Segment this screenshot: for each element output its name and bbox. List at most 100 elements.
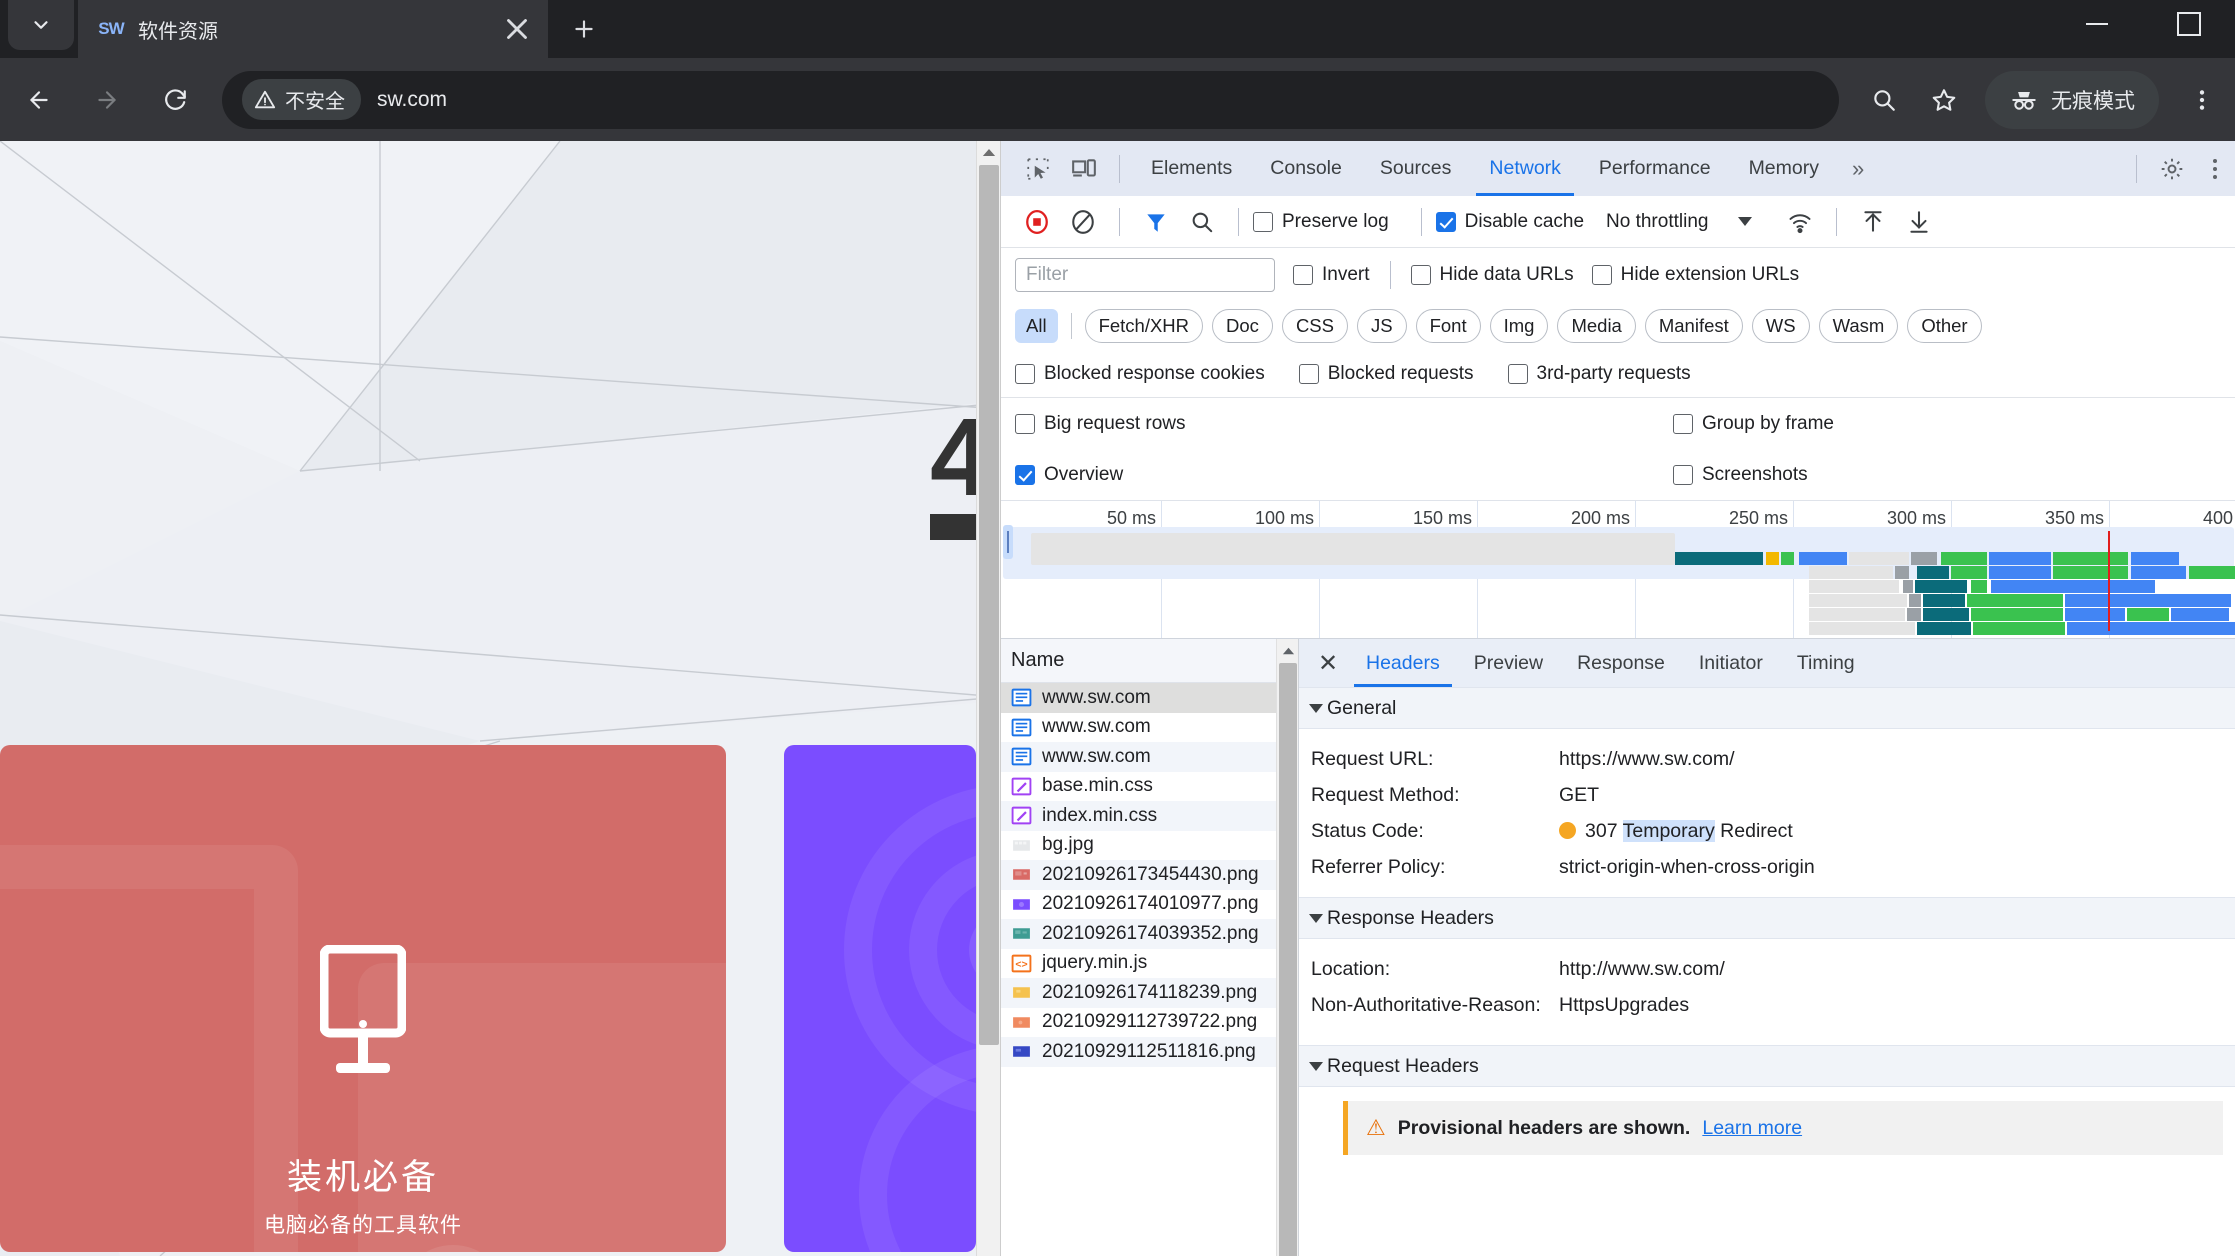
page-scrollbar-thumb[interactable] — [979, 165, 999, 1045]
invert-checkbox[interactable]: Invert — [1293, 264, 1370, 286]
window-maximize-button[interactable] — [2143, 0, 2235, 48]
filter-input[interactable] — [1015, 258, 1275, 292]
request-list-scrollbar-thumb[interactable] — [1279, 663, 1297, 1256]
type-filter-media[interactable]: Media — [1557, 309, 1636, 343]
type-filter-ws[interactable]: WS — [1751, 309, 1810, 343]
overview-checkbox[interactable]: Overview — [1015, 464, 1123, 486]
table-row[interactable]: 20210929112739722.png — [1001, 1008, 1298, 1038]
forward-button[interactable] — [78, 71, 136, 129]
third-party-requests-checkbox[interactable]: 3rd-party requests — [1507, 363, 1691, 385]
site-security-badge[interactable]: 不安全 — [242, 79, 361, 120]
incognito-badge[interactable]: 无痕模式 — [1985, 70, 2159, 129]
table-row[interactable]: 20210926174039352.png — [1001, 919, 1298, 949]
table-row[interactable]: index.min.css — [1001, 801, 1298, 831]
request-list-header[interactable]: Name — [1001, 639, 1298, 683]
timeline-bar — [1895, 566, 1909, 579]
table-row[interactable]: 20210926173454430.png — [1001, 860, 1298, 890]
tab-console[interactable]: Console — [1251, 141, 1361, 196]
network-overview-timeline[interactable]: 50 ms 100 ms 150 ms 200 ms 250 ms 300 ms… — [1001, 500, 2235, 639]
type-filter-fetchxhr[interactable]: Fetch/XHR — [1084, 309, 1204, 343]
section-general-header[interactable]: General — [1299, 687, 2235, 729]
tab-elements[interactable]: Elements — [1132, 141, 1251, 196]
type-filter-manifest[interactable]: Manifest — [1644, 309, 1743, 343]
tab-network[interactable]: Network — [1470, 141, 1580, 196]
search-icon[interactable] — [1180, 201, 1224, 243]
device-toolbar-icon[interactable] — [1061, 148, 1107, 190]
tab-preview[interactable]: Preview — [1457, 639, 1560, 687]
chrome-menu-icon[interactable] — [2175, 73, 2229, 127]
table-row[interactable]: www.sw.com — [1001, 713, 1298, 743]
type-filter-other[interactable]: Other — [1907, 309, 1982, 343]
scroll-up-icon[interactable] — [977, 141, 1001, 163]
bookmark-star-icon[interactable] — [1917, 73, 1971, 127]
type-filter-all[interactable]: All — [1015, 309, 1058, 343]
search-icon[interactable] — [1857, 73, 1911, 127]
record-stop-icon[interactable] — [1015, 201, 1059, 243]
export-har-icon[interactable] — [1897, 201, 1941, 243]
table-row[interactable]: base.min.css — [1001, 772, 1298, 802]
filter-icon[interactable] — [1134, 201, 1178, 243]
table-row[interactable]: 20210926174118239.png — [1001, 978, 1298, 1008]
page-scrollbar[interactable] — [976, 141, 1000, 1256]
type-filter-js[interactable]: JS — [1356, 309, 1407, 343]
disable-cache-checkbox[interactable]: Disable cache — [1435, 211, 1584, 233]
request-list-scrollbar[interactable] — [1276, 639, 1298, 1256]
section-request-headers-header[interactable]: Request Headers — [1299, 1045, 2235, 1087]
more-tabs-button[interactable]: » — [1838, 156, 1878, 182]
tab-initiator[interactable]: Initiator — [1682, 639, 1780, 687]
import-har-icon[interactable] — [1851, 201, 1895, 243]
table-row[interactable]: www.sw.com — [1001, 683, 1298, 713]
screenshots-checkbox[interactable]: Screenshots — [1673, 464, 1808, 486]
browser-tab[interactable]: SW 软件资源 — [78, 0, 548, 58]
scroll-up-icon[interactable] — [1277, 641, 1299, 661]
tab-search-button[interactable] — [8, 0, 74, 50]
timeline-left-handle[interactable] — [1003, 525, 1013, 559]
throttling-select[interactable]: No throttling — [1606, 211, 1708, 233]
blocked-response-cookies-checkbox[interactable]: Blocked response cookies — [1015, 363, 1265, 385]
card-subtitle: 电脑必备的工具软件 — [264, 1214, 462, 1237]
group-by-frame-checkbox[interactable]: Group by frame — [1673, 413, 1834, 435]
network-conditions-icon[interactable] — [1778, 201, 1822, 243]
table-row[interactable]: bg.jpg — [1001, 831, 1298, 861]
tab-headers[interactable]: Headers — [1349, 639, 1457, 687]
window-minimize-button[interactable] — [2051, 0, 2143, 48]
address-bar[interactable]: 不安全 sw.com — [222, 70, 1839, 129]
clear-icon[interactable] — [1061, 201, 1105, 243]
gear-icon[interactable] — [2149, 148, 2195, 190]
type-filter-doc[interactable]: Doc — [1212, 309, 1273, 343]
reload-button[interactable] — [146, 71, 204, 129]
tab-timing[interactable]: Timing — [1780, 639, 1872, 687]
type-filter-wasm[interactable]: Wasm — [1818, 309, 1899, 343]
type-filter-font[interactable]: Font — [1415, 309, 1481, 343]
inspect-element-icon[interactable] — [1015, 148, 1061, 190]
tab-performance[interactable]: Performance — [1580, 141, 1730, 196]
timeline-bar — [1941, 552, 1987, 565]
back-button[interactable] — [10, 71, 68, 129]
tab-memory[interactable]: Memory — [1730, 141, 1838, 196]
section-response-headers-header[interactable]: Response Headers — [1299, 897, 2235, 939]
close-icon[interactable]: ✕ — [1307, 642, 1349, 684]
table-row[interactable]: <> jquery.min.js — [1001, 949, 1298, 979]
tab-close-icon[interactable] — [500, 12, 534, 46]
table-row[interactable]: 20210926174010977.png — [1001, 890, 1298, 920]
type-filter-img[interactable]: Img — [1489, 309, 1549, 343]
table-row[interactable]: 20210929112511816.png — [1001, 1037, 1298, 1067]
card-purple[interactable] — [784, 745, 976, 1252]
new-tab-button[interactable] — [560, 8, 608, 50]
blocked-requests-checkbox[interactable]: Blocked requests — [1298, 363, 1474, 385]
devtools-menu-icon[interactable] — [2195, 158, 2235, 179]
chip-label: JS — [1370, 315, 1393, 336]
hide-extension-urls-checkbox[interactable]: Hide extension URLs — [1591, 264, 1799, 286]
header-key: Referrer Policy: — [1311, 856, 1446, 878]
details-tab-bar: ✕ Headers Preview Response Initiator Tim… — [1299, 639, 2235, 687]
type-filter-css[interactable]: CSS — [1281, 309, 1348, 343]
chevron-down-icon[interactable] — [1738, 217, 1753, 226]
hide-data-urls-checkbox[interactable]: Hide data URLs — [1410, 264, 1574, 286]
card-essential-software[interactable]: 装机必备 电脑必备的工具软件 — [0, 745, 726, 1252]
big-request-rows-checkbox[interactable]: Big request rows — [1015, 413, 1186, 435]
preserve-log-checkbox[interactable]: Preserve log — [1253, 211, 1389, 233]
tab-response[interactable]: Response — [1560, 639, 1682, 687]
table-row[interactable]: www.sw.com — [1001, 742, 1298, 772]
tab-sources[interactable]: Sources — [1361, 141, 1471, 196]
learn-more-link[interactable]: Learn more — [1702, 1117, 1802, 1140]
